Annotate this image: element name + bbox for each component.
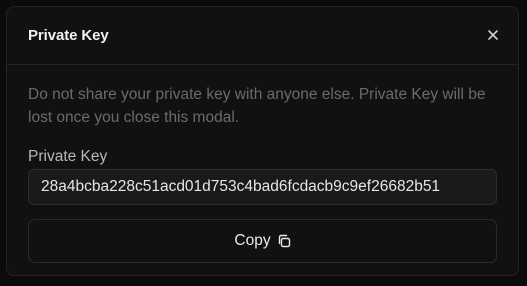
copy-icon [277,234,291,248]
modal-header: Private Key [7,7,518,65]
modal-title: Private Key [28,27,109,44]
private-key-field[interactable] [28,169,497,205]
private-key-modal: Private Key Do not share your private ke… [6,6,519,276]
copy-button[interactable]: Copy [28,219,497,263]
copy-button-label: Copy [234,232,271,249]
private-key-label: Private Key [28,148,108,165]
close-icon [488,30,498,40]
warning-text: Do not share your private key with anyon… [28,86,486,126]
close-button[interactable] [486,28,500,42]
